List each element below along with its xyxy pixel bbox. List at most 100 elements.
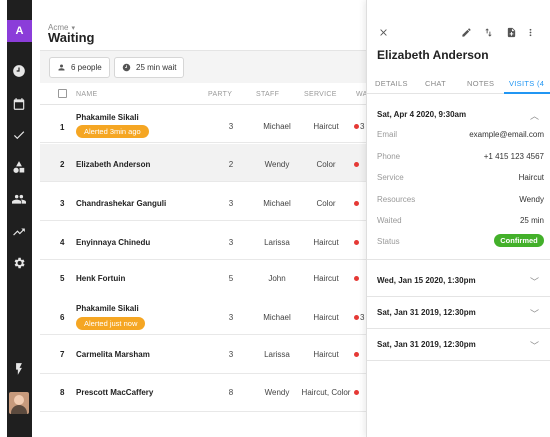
staff-name: Michael: [263, 313, 291, 322]
party-size-label: 6 people: [71, 63, 102, 72]
alert-badge: Alerted just now: [76, 317, 146, 330]
field-value-service: Haircut: [518, 173, 544, 182]
party-size: 3: [228, 199, 234, 208]
trending-icon[interactable]: [9, 223, 29, 241]
row-number: 1: [60, 123, 65, 132]
column-wait[interactable]: WA: [356, 91, 366, 98]
table-row[interactable]: 3 Chandrashekar Ganguli 3 Michael Color: [40, 183, 366, 221]
customer-name-heading: Elizabeth Anderson: [377, 48, 489, 62]
staff-name: John: [268, 274, 286, 283]
field-value-email: example@email.com: [469, 130, 544, 139]
field-label-waited: Waited: [377, 216, 402, 225]
row-number: 5: [60, 274, 65, 283]
active-tab-indicator: [504, 92, 550, 94]
column-service[interactable]: SERVICE: [304, 91, 337, 98]
wait-time: 3: [360, 313, 365, 322]
table-header: NAME PARTY STAFF SERVICE WA: [40, 83, 366, 105]
wait-time-chip[interactable]: 25 min wait: [114, 57, 185, 78]
service-name: Color: [316, 160, 336, 169]
more-vert-icon[interactable]: [523, 25, 537, 39]
app-logo[interactable]: A: [7, 20, 32, 42]
bolt-icon[interactable]: [9, 360, 29, 378]
field-label-status: Status: [377, 237, 400, 246]
wait-status-dot: [354, 201, 359, 206]
visit-date[interactable]: Sat, Apr 4 2020, 9:30am: [377, 110, 466, 119]
customer-detail-panel: Elizabeth Anderson DETAILS CHAT NOTES VI…: [366, 0, 550, 437]
check-icon[interactable]: [9, 126, 29, 144]
visit-date[interactable]: Wed, Jan 15 2020, 1:30pm: [377, 276, 476, 285]
party-size-chip[interactable]: 6 people: [49, 57, 110, 78]
visit-date[interactable]: Sat, Jan 31 2019, 12:30pm: [377, 340, 476, 349]
table-row[interactable]: 2 Elizabeth Anderson 2 Wendy Color: [40, 144, 366, 182]
calendar-icon[interactable]: [9, 95, 29, 113]
wait-status-dot: [354, 124, 359, 129]
tab-chat[interactable]: CHAT: [425, 79, 446, 88]
row-number: 3: [60, 199, 65, 208]
column-staff[interactable]: STAFF: [256, 91, 279, 98]
customer-name: Phakamile Sikali: [76, 304, 139, 313]
column-name[interactable]: NAME: [76, 91, 97, 98]
field-value-waited: 25 min: [519, 216, 544, 225]
customer-name: Prescott MacCaffery: [76, 388, 154, 397]
visit-date[interactable]: Sat, Jan 31 2019, 12:30pm: [377, 308, 476, 317]
chevron-down-icon[interactable]: ﹀: [530, 307, 539, 320]
staff-name: Michael: [263, 122, 291, 131]
wait-time-label: 25 min wait: [136, 63, 177, 72]
edit-icon[interactable]: [459, 25, 473, 39]
party-size: 5: [228, 274, 234, 283]
party-size: 8: [228, 388, 234, 397]
tab-notes[interactable]: NOTES: [467, 79, 494, 88]
field-value-resources: Wendy: [519, 195, 544, 204]
sort-icon[interactable]: [481, 25, 495, 39]
field-label-phone: Phone: [377, 152, 401, 161]
staff-name: Larissa: [264, 238, 290, 247]
table-row[interactable]: 6 Phakamile Sikali Alerted just now 3 Mi…: [40, 297, 366, 335]
chevron-down-icon[interactable]: ﹀: [530, 339, 539, 352]
clock-icon[interactable]: [9, 62, 29, 80]
visit-divider: [367, 296, 550, 297]
column-party[interactable]: PARTY: [208, 91, 232, 98]
party-size: 3: [228, 350, 234, 359]
field-label-resources: Resources: [377, 195, 416, 204]
wait-status-dot: [354, 315, 359, 320]
table-row[interactable]: 4 Enyinnaya Chinedu 3 Larissa Haircut: [40, 222, 366, 260]
row-number: 6: [60, 313, 65, 322]
party-size: 3: [228, 313, 234, 322]
table-row[interactable]: 1 Phakamile Sikali Alerted 3min ago 3 Mi…: [40, 105, 366, 143]
customer-name: Phakamile Sikali: [76, 113, 139, 122]
customer-name: Henk Fortuin: [76, 274, 126, 283]
service-name: Haircut: [313, 238, 339, 247]
avatar[interactable]: [9, 392, 29, 414]
service-name: Color: [316, 199, 336, 208]
row-number: 4: [60, 238, 65, 247]
row-number: 2: [60, 160, 65, 169]
chevron-down-icon[interactable]: ﹀: [530, 275, 539, 288]
tab-details[interactable]: DETAILS: [375, 79, 408, 88]
customer-name: Elizabeth Anderson: [76, 160, 151, 169]
table-row[interactable]: 5 Henk Fortuin 5 John Haircut: [40, 261, 366, 299]
waitlist-main: Acme ▾ Waiting 6 people 25 min wait NAME …: [40, 0, 366, 437]
wait-time: 3: [360, 122, 365, 131]
staff-name: Wendy: [264, 160, 290, 169]
party-size: 2: [228, 160, 234, 169]
tab-visits[interactable]: VISITS (4: [509, 79, 544, 88]
service-name: Haircut, Color: [301, 388, 351, 397]
select-all-checkbox[interactable]: [58, 89, 67, 98]
status-badge: Confirmed: [494, 234, 544, 247]
shapes-icon[interactable]: [9, 158, 29, 176]
table-row[interactable]: 7 Carmelita Marsham 3 Larissa Haircut: [40, 336, 366, 374]
nav-rail: A: [0, 0, 40, 437]
close-icon[interactable]: [376, 25, 390, 39]
field-label-email: Email: [377, 130, 398, 139]
detail-tabs: DETAILS CHAT NOTES VISITS (4: [367, 74, 550, 94]
note-add-icon[interactable]: [504, 25, 518, 39]
chevron-up-icon[interactable]: ︿: [530, 109, 539, 122]
customer-name: Enyinnaya Chinedu: [76, 238, 151, 247]
page-title: Waiting: [48, 30, 95, 45]
settings-icon[interactable]: [9, 254, 29, 272]
table-row[interactable]: 8 Prescott MacCaffery 8 Wendy Haircut, C…: [40, 374, 366, 412]
visit-divider: [367, 360, 550, 361]
customer-name: Carmelita Marsham: [76, 350, 150, 359]
avatar-face: [14, 395, 24, 405]
people-icon[interactable]: [9, 190, 29, 208]
